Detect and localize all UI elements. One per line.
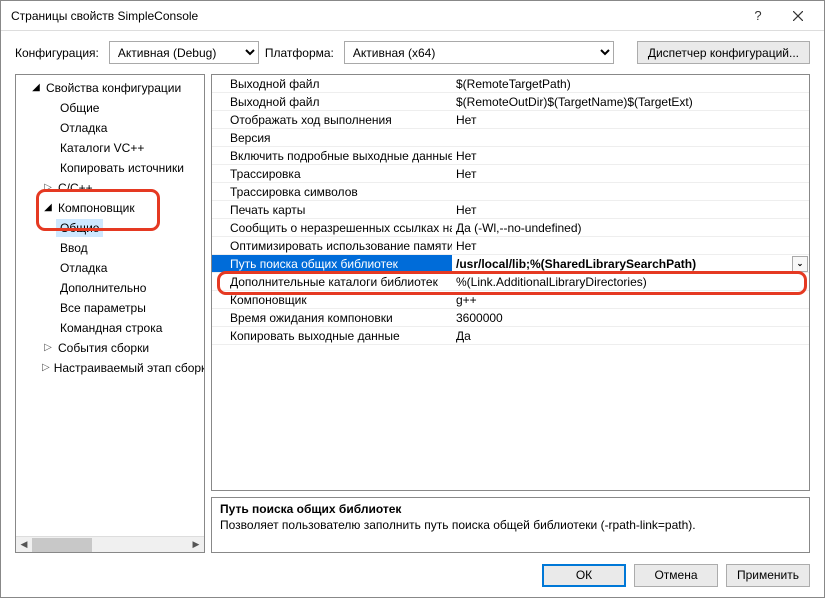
scroll-thumb[interactable] [32,538,92,552]
property-value[interactable]: $(RemoteTargetPath) [452,75,809,92]
property-value[interactable]: Нет [452,237,809,254]
tree-item-linker[interactable]: ◢Компоновщик [16,198,204,218]
property-name: Время ожидания компоновки [212,309,452,326]
property-name: Трассировка символов [212,183,452,200]
property-row[interactable]: Выходной файл$(RemoteTargetPath) [212,75,809,93]
dialog-buttons: ОК Отмена Применить [1,553,824,597]
chevron-down-icon: ◢ [42,199,54,217]
config-toolbar: Конфигурация: Активная (Debug) Платформа… [1,31,824,74]
tree-item[interactable]: Отладка [16,118,204,138]
scroll-left-icon[interactable]: ◀ [16,537,32,553]
property-value[interactable]: g++ [452,291,809,308]
help-button[interactable]: ? [738,2,778,30]
property-value[interactable] [452,183,809,200]
property-name: Выходной файл [212,93,452,110]
property-value[interactable]: Нет [452,147,809,164]
tree-item[interactable]: Все параметры [16,298,204,318]
description-title: Путь поиска общих библиотек [220,502,801,516]
description-text: Позволяет пользователю заполнить путь по… [220,518,801,532]
tree-item-linker-general[interactable]: Общие [16,218,204,238]
property-row[interactable]: ТрассировкаНет [212,165,809,183]
tree-item[interactable]: Ввод [16,238,204,258]
property-row[interactable]: Компоновщикg++ [212,291,809,309]
tree-item[interactable]: Дополнительно [16,278,204,298]
property-name: Копировать выходные данные [212,327,452,344]
titlebar: Страницы свойств SimpleConsole ? [1,1,824,31]
property-grid: Выходной файл$(RemoteTargetPath)Выходной… [211,74,810,491]
close-icon [793,11,803,21]
property-row[interactable]: Версия [212,129,809,147]
tree-item[interactable]: Отладка [16,258,204,278]
tree-item[interactable]: Командная строка [16,318,204,338]
property-row[interactable]: Путь поиска общих библиотек/usr/local/li… [212,255,809,273]
tree-item[interactable]: Общие [16,98,204,118]
property-name: Включить подробные выходные данные [212,147,452,164]
property-name: Версия [212,129,452,146]
close-button[interactable] [778,2,818,30]
ok-button[interactable]: ОК [542,564,626,587]
property-name: Оптимизировать использование памяти [212,237,452,254]
property-row[interactable]: Включить подробные выходные данныеНет [212,147,809,165]
chevron-right-icon: ▷ [42,339,54,357]
configuration-label: Конфигурация: [15,46,99,60]
property-name: Трассировка [212,165,452,182]
platform-combo[interactable]: Активная (x64) [344,41,614,64]
property-row[interactable]: Отображать ход выполненияНет [212,111,809,129]
configuration-combo[interactable]: Активная (Debug) [109,41,259,64]
tree-item-cpp[interactable]: ▷C/C++ [16,178,204,198]
tree-item-custom-build[interactable]: ▷Настраиваемый этап сборки [16,358,204,378]
property-value[interactable] [452,129,809,146]
property-name: Дополнительные каталоги библиотек [212,273,452,290]
platform-label: Платформа: [265,46,334,60]
property-value[interactable]: Да (-Wl,--no-undefined) [452,219,809,236]
scroll-right-icon[interactable]: ▶ [188,537,204,553]
main-area: ◢ Свойства конфигурации Общие Отладка Ка… [1,74,824,553]
property-name: Печать карты [212,201,452,218]
tree-item[interactable]: Копировать источники [16,158,204,178]
property-row[interactable]: Выходной файл$(RemoteOutDir)$(TargetName… [212,93,809,111]
property-tree: ◢ Свойства конфигурации Общие Отладка Ка… [16,78,204,378]
description-pane: Путь поиска общих библиотек Позволяет по… [211,497,810,553]
property-row[interactable]: Копировать выходные данныеДа [212,327,809,345]
tree-item-build-events[interactable]: ▷События сборки [16,338,204,358]
property-value[interactable]: Да [452,327,809,344]
chevron-right-icon: ▷ [42,179,54,197]
tree-root[interactable]: ◢ Свойства конфигурации [16,78,204,98]
property-name: Отображать ход выполнения [212,111,452,128]
apply-button[interactable]: Применить [726,564,810,587]
property-name: Выходной файл [212,75,452,92]
property-row[interactable]: Оптимизировать использование памятиНет [212,237,809,255]
property-row[interactable]: Дополнительные каталоги библиотек%(Link.… [212,273,809,291]
property-row[interactable]: Время ожидания компоновки3600000 [212,309,809,327]
property-value[interactable]: %(Link.AdditionalLibraryDirectories) [452,273,809,290]
property-value[interactable]: Нет [452,201,809,218]
configuration-manager-button[interactable]: Диспетчер конфигураций... [637,41,810,64]
chevron-down-icon[interactable]: ⌄ [792,256,808,272]
property-value[interactable]: Нет [452,111,809,128]
property-pages-dialog: Страницы свойств SimpleConsole ? Конфигу… [0,0,825,598]
chevron-right-icon: ▷ [42,359,50,377]
tree-item[interactable]: Каталоги VC++ [16,138,204,158]
property-value[interactable]: Нет [452,165,809,182]
window-title: Страницы свойств SimpleConsole [11,9,738,23]
property-row[interactable]: Трассировка символов [212,183,809,201]
property-row[interactable]: Сообщить о неразрешенных ссылках на симв… [212,219,809,237]
cancel-button[interactable]: Отмена [634,564,718,587]
property-row[interactable]: Печать картыНет [212,201,809,219]
tree-horizontal-scrollbar[interactable]: ◀ ▶ [16,536,204,552]
property-name: Компоновщик [212,291,452,308]
property-value[interactable]: $(RemoteOutDir)$(TargetName)$(TargetExt) [452,93,809,110]
property-value[interactable]: 3600000 [452,309,809,326]
property-name: Сообщить о неразрешенных ссылках на симв… [212,219,452,236]
property-name: Путь поиска общих библиотек [212,255,452,272]
tree-pane: ◢ Свойства конфигурации Общие Отладка Ка… [15,74,205,553]
right-pane: Выходной файл$(RemoteTargetPath)Выходной… [211,74,810,553]
chevron-down-icon: ◢ [30,79,42,97]
property-value[interactable]: /usr/local/lib;%(SharedLibrarySearchPath… [452,255,809,272]
